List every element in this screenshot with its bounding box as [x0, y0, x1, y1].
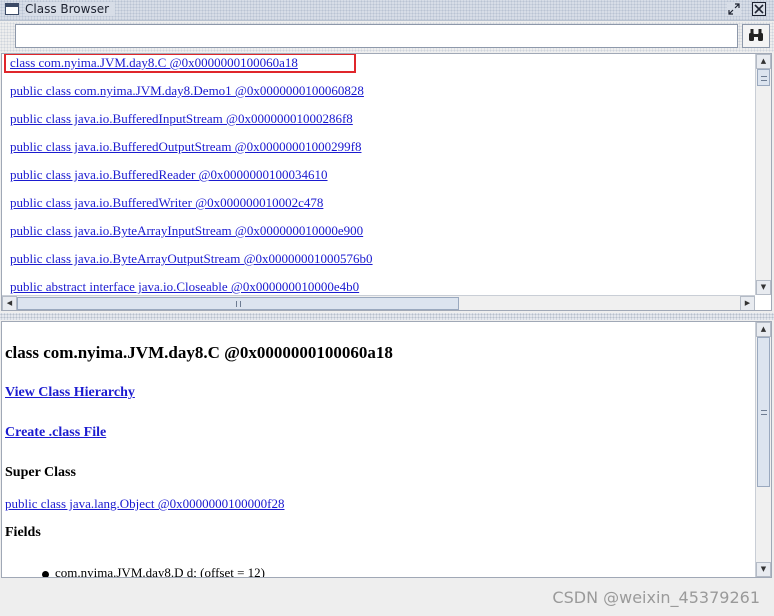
- class-list-item[interactable]: public class java.io.BufferedWriter @0x0…: [10, 195, 323, 211]
- search-button[interactable]: [742, 24, 770, 48]
- class-list: class com.nyima.JVM.day8.C @0x0000000100…: [2, 54, 754, 295]
- detail-title: class com.nyima.JVM.day8.C @0x0000000100…: [5, 343, 393, 362]
- search-bar: [0, 22, 774, 52]
- class-browser-window: Class Browser class com.nyima.JVM.day8.C…: [0, 0, 774, 616]
- detail-vertical-scrollbar[interactable]: ▲ ▼: [755, 322, 771, 577]
- pane-splitter[interactable]: [0, 313, 774, 320]
- scroll-up-arrow-icon[interactable]: ▲: [756, 322, 771, 337]
- class-list-item[interactable]: public class java.io.BufferedInputStream…: [10, 111, 353, 127]
- view-class-hierarchy-link[interactable]: View Class Hierarchy: [5, 385, 135, 401]
- super-class-heading: Super Class: [5, 465, 76, 480]
- class-list-item[interactable]: public class java.io.ByteArrayOutputStre…: [10, 251, 373, 267]
- detail-vertical-scroll-thumb[interactable]: [757, 337, 770, 487]
- watermark-text: CSDN @weixin_45379261: [552, 588, 760, 607]
- scroll-right-arrow-icon[interactable]: ▶: [740, 296, 755, 310]
- class-list-item[interactable]: class com.nyima.JVM.day8.C @0x0000000100…: [10, 55, 298, 71]
- list-vertical-scroll-thumb[interactable]: [757, 69, 770, 86]
- list-horizontal-scrollbar[interactable]: ◀ ▶: [2, 295, 755, 310]
- class-list-pane: class com.nyima.JVM.day8.C @0x0000000100…: [1, 53, 772, 311]
- scroll-up-arrow-icon[interactable]: ▲: [756, 54, 771, 69]
- field-list-item: com.nyima.JVM.day8.D d; (offset = 12): [42, 565, 265, 577]
- search-input[interactable]: [15, 24, 738, 48]
- restore-icon[interactable]: [727, 2, 741, 16]
- class-detail-pane: class com.nyima.JVM.day8.C @0x0000000100…: [1, 321, 772, 578]
- scroll-down-arrow-icon[interactable]: ▼: [756, 280, 771, 295]
- create-class-file-link[interactable]: Create .class File: [5, 425, 106, 441]
- fields-heading: Fields: [5, 525, 41, 540]
- bullet-icon: [42, 570, 49, 577]
- window-title: Class Browser: [25, 2, 116, 16]
- field-text: com.nyima.JVM.day8.D d; (offset = 12): [55, 565, 266, 577]
- class-list-item[interactable]: public abstract interface java.io.Closea…: [10, 279, 359, 295]
- title-bar: Class Browser: [0, 0, 774, 21]
- class-list-item[interactable]: public class com.nyima.JVM.day8.Demo1 @0…: [10, 83, 364, 99]
- close-icon[interactable]: [752, 2, 766, 16]
- list-vertical-scrollbar[interactable]: ▲ ▼: [755, 54, 771, 295]
- class-detail-content: class com.nyima.JVM.day8.C @0x0000000100…: [2, 322, 755, 577]
- scroll-down-arrow-icon[interactable]: ▼: [756, 562, 771, 577]
- binoculars-icon: [748, 27, 764, 46]
- class-list-item[interactable]: public class java.io.BufferedReader @0x0…: [10, 167, 328, 183]
- class-list-item[interactable]: public class java.io.BufferedOutputStrea…: [10, 139, 361, 155]
- status-bar: CSDN @weixin_45379261: [0, 580, 774, 616]
- list-horizontal-scroll-thumb[interactable]: [17, 297, 459, 310]
- class-list-item[interactable]: public class java.io.ByteArrayInputStrea…: [10, 223, 363, 239]
- scroll-left-arrow-icon[interactable]: ◀: [2, 296, 17, 310]
- window-icon: [5, 3, 19, 15]
- super-class-link[interactable]: public class java.lang.Object @0x0000000…: [5, 496, 285, 512]
